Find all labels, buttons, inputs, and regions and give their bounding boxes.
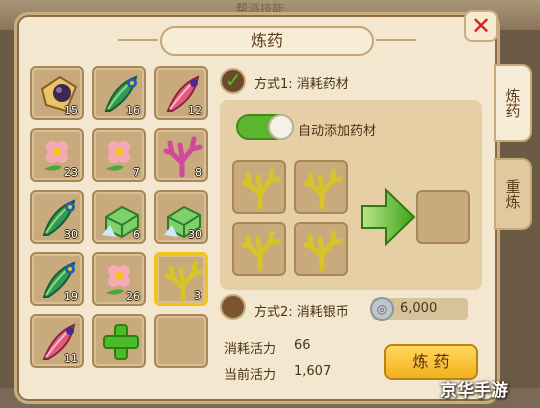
material-slot[interactable]: 30 bbox=[30, 190, 84, 244]
material-slot[interactable]: 30 bbox=[154, 190, 208, 244]
material-slot[interactable] bbox=[154, 314, 208, 368]
check-icon: ✓ bbox=[225, 68, 242, 92]
silver-cost-value: 6,000 bbox=[400, 301, 438, 316]
material-slot[interactable]: 3 bbox=[154, 252, 208, 306]
method2-label: 方式2: 消耗银币 bbox=[254, 305, 349, 320]
material-slot[interactable]: 23 bbox=[30, 128, 84, 182]
refine-button[interactable]: 炼 药 bbox=[384, 344, 478, 380]
material-slot[interactable]: 6 bbox=[92, 190, 146, 244]
auto-add-toggle[interactable] bbox=[236, 114, 294, 140]
stat-label-current: 当前活力 bbox=[224, 368, 277, 383]
ingredient-slot[interactable] bbox=[294, 222, 348, 276]
material-count: 30 bbox=[188, 228, 202, 241]
material-count: 12 bbox=[188, 104, 202, 117]
close-icon: ✕ bbox=[470, 12, 492, 40]
material-count: 6 bbox=[133, 228, 140, 241]
tab-rerefine[interactable]: 重炼 bbox=[494, 158, 532, 230]
silver-coin-icon: ◎ bbox=[370, 297, 394, 321]
toggle-knob bbox=[268, 114, 294, 140]
material-slot[interactable]: 11 bbox=[30, 314, 84, 368]
material-slot[interactable]: 15 bbox=[30, 66, 84, 120]
material-count: 3 bbox=[194, 289, 201, 302]
material-count: 26 bbox=[126, 290, 140, 303]
method1-label: 方式1: 消耗药材 bbox=[254, 77, 349, 92]
stat-value-current: 1,607 bbox=[294, 364, 332, 379]
material-count: 16 bbox=[126, 104, 140, 117]
material-count: 23 bbox=[64, 166, 78, 179]
ingredient-slot[interactable] bbox=[294, 160, 348, 214]
result-slot[interactable] bbox=[416, 190, 470, 244]
material-slot[interactable]: 26 bbox=[92, 252, 146, 306]
material-slot[interactable]: 12 bbox=[154, 66, 208, 120]
material-slot[interactable]: 8 bbox=[154, 128, 208, 182]
method2-radio[interactable] bbox=[220, 294, 246, 320]
close-button[interactable]: ✕ bbox=[464, 10, 498, 42]
dialog-title: 炼药 bbox=[118, 26, 416, 56]
material-count: 19 bbox=[64, 290, 78, 303]
add-material-button[interactable] bbox=[92, 314, 146, 368]
material-slot[interactable]: 16 bbox=[92, 66, 146, 120]
watermark: 京华手游 bbox=[440, 381, 508, 401]
method1-checkbox[interactable]: ✓ bbox=[220, 68, 246, 94]
stat-value-cost: 66 bbox=[294, 338, 311, 353]
arrow-right-icon bbox=[361, 187, 416, 247]
material-count: 30 bbox=[64, 228, 78, 241]
auto-add-label: 自动添加药材 bbox=[298, 124, 377, 139]
material-count: 7 bbox=[133, 166, 140, 179]
material-count: 15 bbox=[64, 104, 78, 117]
tab-alchemy[interactable]: 炼药 bbox=[494, 64, 532, 142]
stat-label-cost: 消耗活力 bbox=[224, 342, 277, 357]
material-count: 8 bbox=[195, 166, 202, 179]
material-count: 11 bbox=[64, 352, 78, 365]
material-slot[interactable]: 19 bbox=[30, 252, 84, 306]
ingredient-slot[interactable] bbox=[232, 222, 286, 276]
material-grid: 15 16 12 23 7 8 30 6 30 19 26 3 11 bbox=[30, 66, 214, 368]
material-slot[interactable]: 7 bbox=[92, 128, 146, 182]
ingredient-slot[interactable] bbox=[232, 160, 286, 214]
